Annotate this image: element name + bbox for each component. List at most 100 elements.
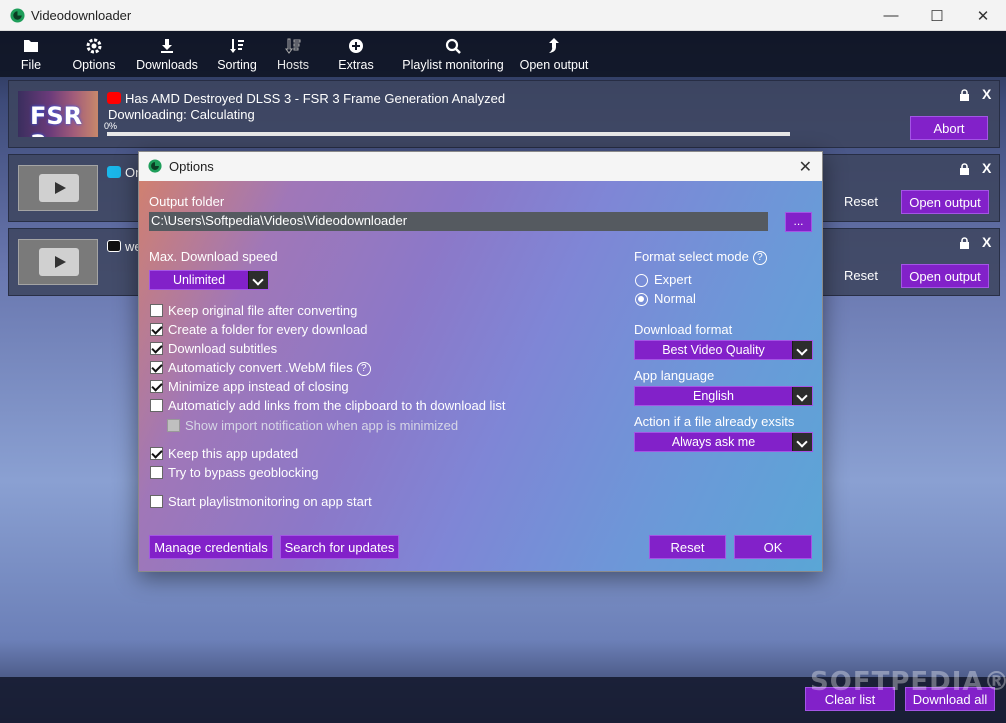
normal-label: Normal <box>654 291 696 306</box>
keep-original-label: Keep original file after converting <box>168 303 358 318</box>
remove-download-button[interactable]: X <box>982 86 991 102</box>
open-output-button[interactable]: Open output <box>901 264 989 288</box>
minimize-button[interactable]: — <box>868 0 914 31</box>
download-subtitles-label: Download subtitles <box>168 341 278 356</box>
toolbar-file-label: File <box>20 58 42 72</box>
toolbar-downloads-button[interactable]: Downloads <box>134 31 200 77</box>
download-subtitles-checkbox[interactable] <box>150 342 163 355</box>
max-speed-dropdown[interactable]: Unlimited <box>149 270 269 290</box>
abort-button[interactable]: Abort <box>910 116 988 140</box>
video-thumbnail[interactable] <box>18 165 98 211</box>
format-mode-label: Format select mode? <box>634 249 767 265</box>
help-icon[interactable]: ? <box>752 251 767 265</box>
toolbar-playlist-monitoring-label: Playlist monitoring <box>402 58 504 72</box>
folder-icon <box>24 40 38 52</box>
app-language-label: App language <box>634 368 715 383</box>
convert-webm-text: Automaticly convert .WebM files <box>168 360 353 375</box>
remove-download-button[interactable]: X <box>982 234 991 250</box>
toolbar-sorting-button[interactable]: Sorting <box>214 31 260 77</box>
youtube-icon <box>107 92 121 104</box>
bypass-geoblocking-checkbox[interactable] <box>150 466 163 479</box>
help-icon[interactable]: ? <box>356 362 371 376</box>
download-format-dropdown[interactable]: Best Video Quality <box>634 340 813 360</box>
minimize-app-checkbox[interactable] <box>150 380 163 393</box>
toolbar-open-output-label: Open output <box>519 58 589 72</box>
create-folder-checkbox[interactable] <box>150 323 163 336</box>
app-language-dropdown[interactable]: English <box>634 386 813 406</box>
toolbar-options-label: Options <box>72 58 116 72</box>
format-mode-text: Format select mode <box>634 249 749 264</box>
convert-webm-checkbox[interactable] <box>150 361 163 374</box>
output-folder-field[interactable]: C:\Users\Softpedia\Videos\Videodownloade… <box>149 212 768 231</box>
toolbar: File Options Downloads Sorting Hosts Ext… <box>0 31 1006 77</box>
lock-icon[interactable] <box>959 163 970 175</box>
vimeo-icon <box>107 166 121 178</box>
download-format-label: Download format <box>634 322 733 337</box>
maximize-button[interactable]: ☐ <box>914 0 960 31</box>
toolbar-hosts-label: Hosts <box>277 58 309 72</box>
open-output-button[interactable]: Open output <box>901 190 989 214</box>
expert-radio[interactable] <box>635 274 648 287</box>
plus-circle-icon <box>349 39 363 53</box>
create-folder-label: Create a folder for every download <box>168 322 368 337</box>
toolbar-file-button[interactable]: File <box>12 31 50 77</box>
dialog-reset-button[interactable]: Reset <box>649 535 726 559</box>
toolbar-downloads-label: Downloads <box>136 58 198 72</box>
download-title: Has AMD Destroyed DLSS 3 - FSR 3 Frame G… <box>107 91 505 106</box>
dialog-close-button[interactable]: ✕ <box>799 157 812 177</box>
window-title: Videodownloader <box>31 8 132 23</box>
minimize-app-label: Minimize app instead of closing <box>168 379 349 394</box>
file-exists-dropdown[interactable]: Always ask me <box>634 432 813 452</box>
lock-icon[interactable] <box>959 237 970 249</box>
download-format-value: Best Video Quality <box>662 343 765 357</box>
dialog-title: Options <box>169 159 214 174</box>
thumbnail-text: FSR 3 <box>30 102 83 137</box>
max-speed-value: Unlimited <box>172 273 226 287</box>
title-bar: Videodownloader — ☐ ✕ <box>0 0 1006 31</box>
dialog-body: Output folder C:\Users\Softpedia\Videos\… <box>139 181 822 571</box>
gear-icon <box>86 38 102 54</box>
arrow-up-icon <box>549 38 559 53</box>
hosts-icon <box>285 38 301 54</box>
download-row: FSR 3 Has AMD Destroyed DLSS 3 - FSR 3 F… <box>8 80 1000 148</box>
play-icon <box>39 174 79 202</box>
bypass-geoblocking-label: Try to bypass geoblocking <box>168 465 319 480</box>
toolbar-extras-button[interactable]: Extras <box>334 31 378 77</box>
keep-updated-checkbox[interactable] <box>150 447 163 460</box>
keep-original-checkbox[interactable] <box>150 304 163 317</box>
file-exists-value: Always ask me <box>671 435 756 449</box>
app-logo-icon <box>10 8 25 23</box>
ok-button[interactable]: OK <box>734 535 812 559</box>
download-percent: 0% <box>104 121 118 131</box>
search-updates-button[interactable]: Search for updates <box>280 535 399 559</box>
tiktok-icon <box>107 240 121 252</box>
download-title: we <box>107 239 142 254</box>
close-button[interactable]: ✕ <box>960 0 1006 31</box>
app-language-value: English <box>693 389 734 403</box>
sort-icon <box>230 39 244 53</box>
video-thumbnail[interactable] <box>18 239 98 285</box>
chevron-down-icon <box>792 387 812 405</box>
playlist-monitoring-checkbox[interactable] <box>150 495 163 508</box>
toolbar-playlist-monitoring-button[interactable]: Playlist monitoring <box>400 31 506 77</box>
clipboard-links-checkbox[interactable] <box>150 399 163 412</box>
download-progress-bar <box>107 132 790 136</box>
chevron-down-icon <box>248 271 268 289</box>
video-thumbnail[interactable]: FSR 3 <box>18 91 98 137</box>
toolbar-open-output-button[interactable]: Open output <box>516 31 592 77</box>
dialog-title-bar: Options ✕ <box>139 152 822 181</box>
remove-download-button[interactable]: X <box>982 160 991 176</box>
play-icon <box>39 248 79 276</box>
toolbar-hosts-button[interactable]: Hosts <box>274 31 312 77</box>
browse-folder-button[interactable]: ... <box>785 212 812 232</box>
convert-webm-label: Automaticly convert .WebM files? <box>168 360 371 376</box>
normal-radio[interactable] <box>635 293 648 306</box>
lock-icon[interactable] <box>959 89 970 101</box>
chevron-down-icon <box>792 433 812 451</box>
import-notification-checkbox[interactable] <box>167 419 180 432</box>
toolbar-options-button[interactable]: Options <box>68 31 120 77</box>
file-exists-label: Action if a file already exsits <box>634 414 795 429</box>
manage-credentials-button[interactable]: Manage credentials <box>149 535 273 559</box>
reset-button[interactable]: Reset <box>844 194 878 209</box>
reset-button[interactable]: Reset <box>844 268 878 283</box>
